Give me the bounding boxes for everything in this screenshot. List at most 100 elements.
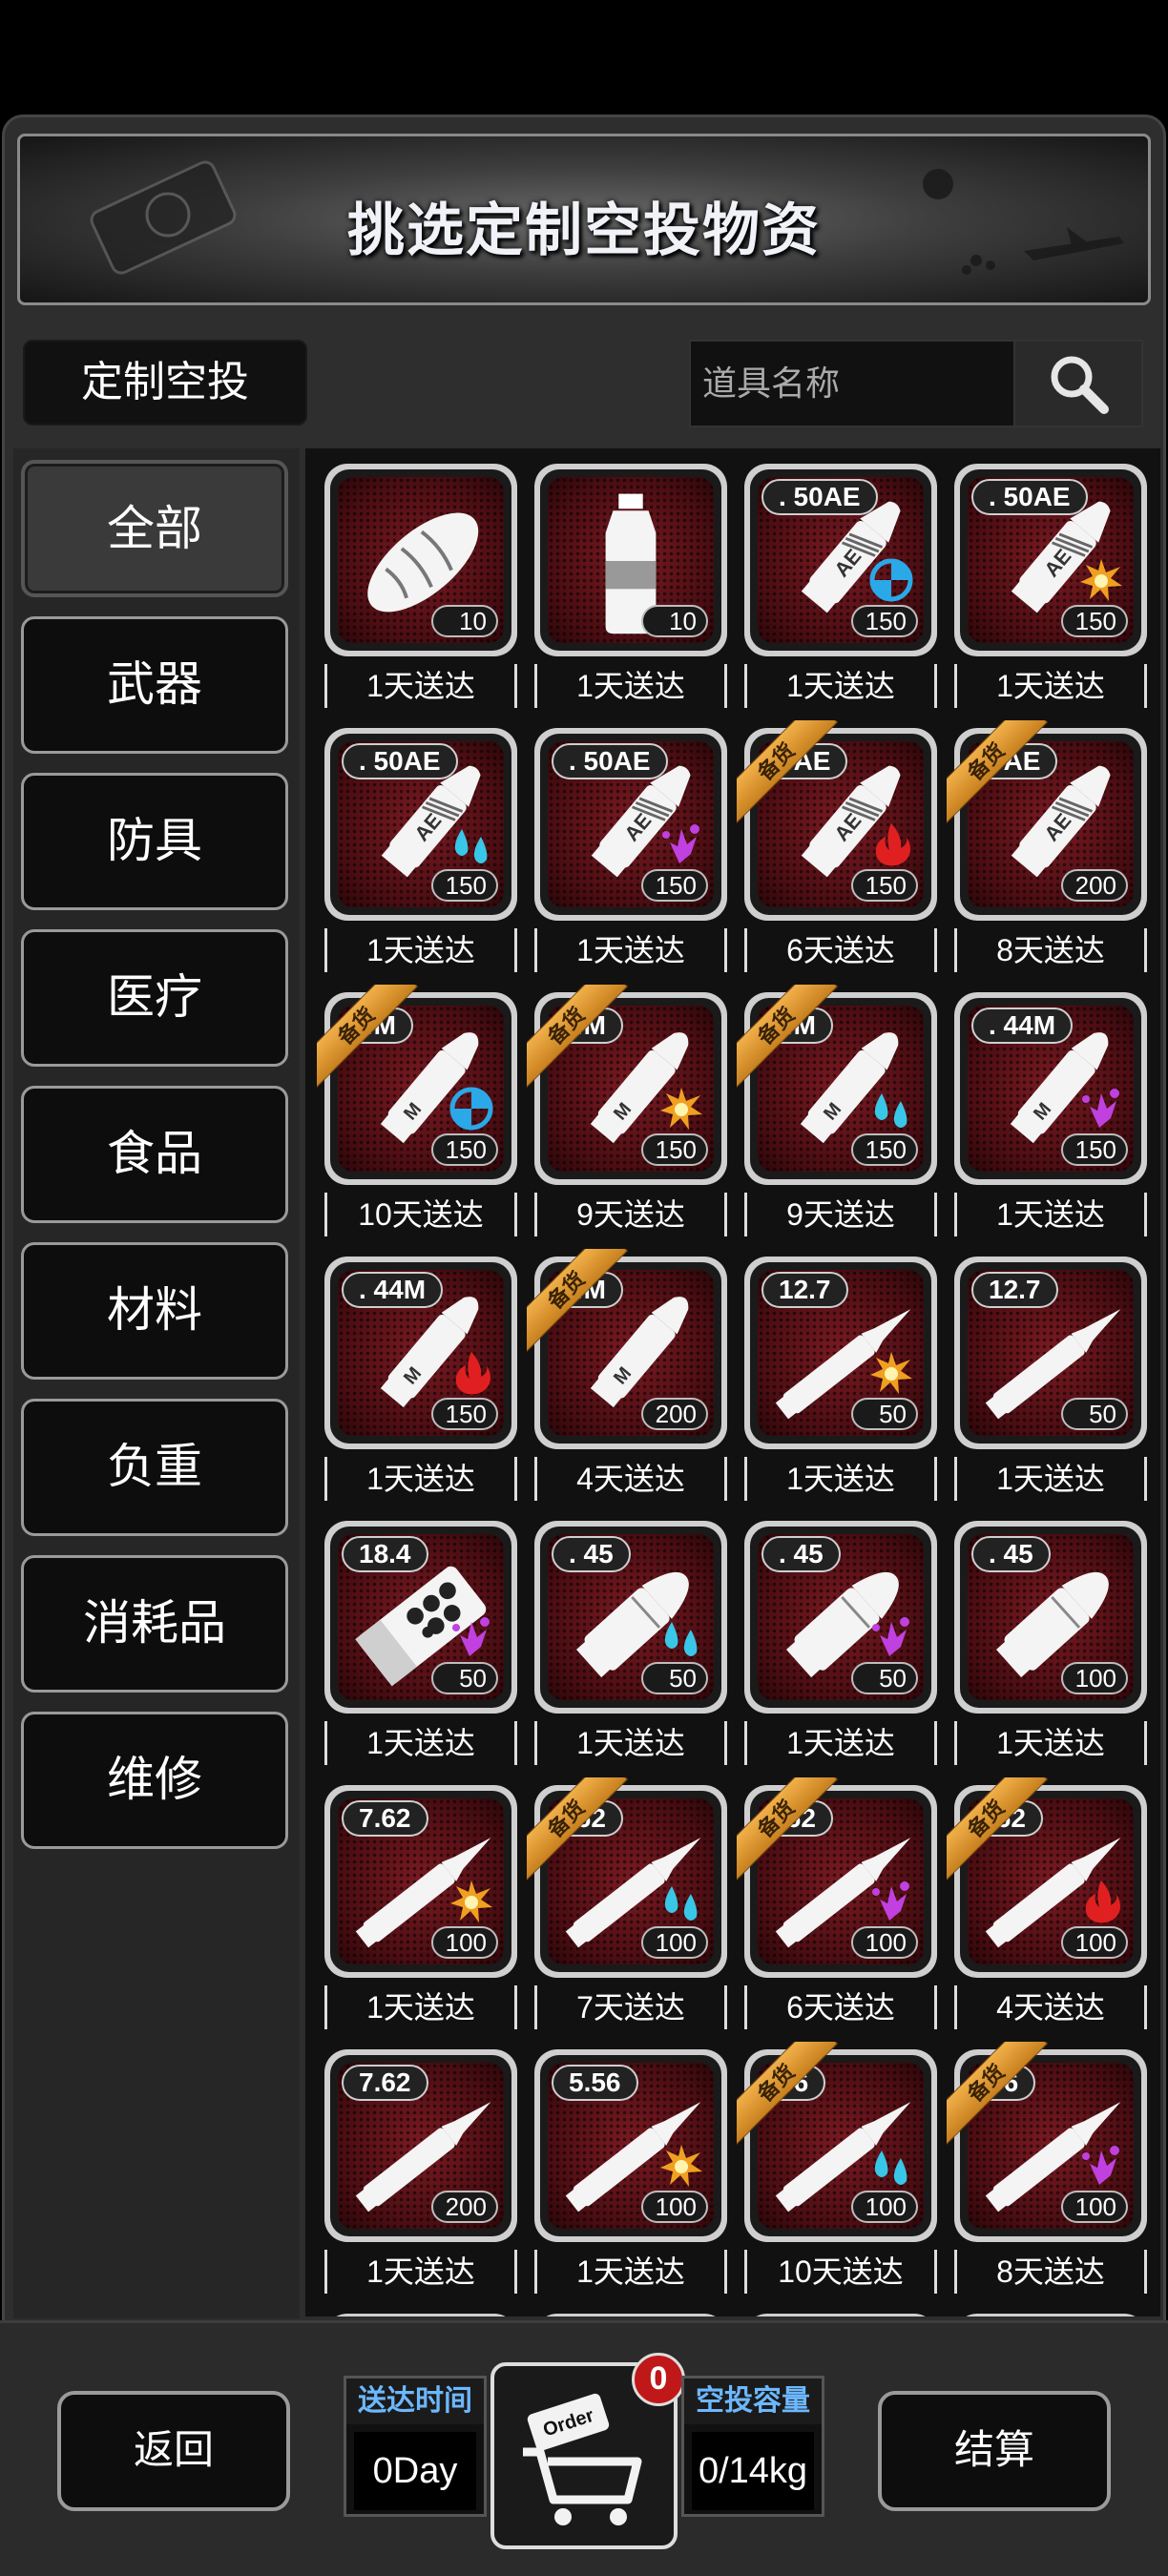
- delivery-time-label: 1天送达: [324, 1457, 517, 1501]
- delivery-time-label: 8天送达: [954, 2250, 1147, 2294]
- category-item[interactable]: 消耗品: [21, 1555, 288, 1693]
- item-tile-partial[interactable]: [534, 2314, 727, 2316]
- capacity-value: 0/14kg: [692, 2432, 814, 2510]
- item-tile[interactable]: .62100备货: [947, 1777, 1147, 1978]
- item-tile-partial[interactable]: [324, 2314, 517, 2316]
- item-tile[interactable]: 7.62 100: [324, 1785, 517, 1978]
- delivery-time-label: 1天送达: [534, 1721, 727, 1765]
- caliber-label: 7.62: [342, 2065, 428, 2101]
- item-tile[interactable]: M. 44M 150: [324, 1257, 517, 1449]
- item-tile[interactable]: 56100备货: [947, 2042, 1147, 2242]
- quantity-badge: 100: [1061, 1662, 1128, 1694]
- item-tile[interactable]: 56100备货: [737, 2042, 937, 2242]
- item-tile[interactable]: M4M150备货: [737, 985, 937, 1185]
- tab-custom-airdrop[interactable]: 定制空投: [23, 340, 307, 426]
- back-button[interactable]: 返回: [57, 2391, 290, 2511]
- delivery-time-label: 10天送达: [324, 1193, 517, 1236]
- category-item[interactable]: 维修: [21, 1712, 288, 1849]
- toxic-icon: [872, 1881, 909, 1921]
- explosive-icon: [660, 2145, 702, 2187]
- category-item[interactable]: 食品: [21, 1086, 288, 1223]
- stock-ribbon: 备货: [947, 720, 1052, 825]
- stock-tag-label: 备货: [737, 2042, 839, 2146]
- caliber-label: 12.7: [971, 1272, 1058, 1308]
- item-tile[interactable]: M4M200备货: [527, 1249, 727, 1449]
- item-tile[interactable]: 5.56 100: [534, 2049, 727, 2242]
- search-input[interactable]: [691, 342, 1015, 426]
- caliber-label: 12.7: [761, 1272, 848, 1308]
- quantity-badge: 50: [851, 1398, 918, 1430]
- stock-ribbon: 备货: [737, 1777, 842, 1882]
- stock-ribbon: 备货: [947, 1777, 1052, 1882]
- delivery-time-label: 1天送达: [324, 2250, 517, 2294]
- quantity-badge: 10: [641, 605, 708, 637]
- item-tile[interactable]: .62100备货: [737, 1777, 937, 1978]
- item-tile[interactable]: AE 0AE 150 备货: [737, 720, 937, 921]
- stock-tag-label: 备货: [527, 1249, 629, 1353]
- quantity-badge: 150: [1061, 1133, 1128, 1166]
- fire-icon: [455, 1352, 490, 1395]
- water-icon: [874, 2150, 907, 2185]
- item-tile[interactable]: . 45 50: [534, 1521, 727, 1714]
- category-item[interactable]: 材料: [21, 1242, 288, 1380]
- item-tile[interactable]: AE. 50AE 150: [534, 728, 727, 921]
- quantity-badge: 100: [641, 2191, 708, 2223]
- stock-tag-label: 备货: [737, 720, 839, 824]
- toxic-icon: [662, 824, 699, 863]
- quantity-badge: 150: [431, 1398, 498, 1430]
- explosive-icon: [450, 1880, 492, 1922]
- quantity-badge: 50: [1061, 1398, 1128, 1430]
- item-tile-partial[interactable]: [744, 2314, 937, 2316]
- quantity-badge: 100: [641, 1926, 708, 1959]
- item-tile[interactable]: AE. 50AE 150: [744, 464, 937, 656]
- delivery-time-label: 1天送达: [744, 664, 937, 708]
- delivery-time-label: 1天送达: [954, 1721, 1147, 1765]
- category-item[interactable]: 负重: [21, 1399, 288, 1536]
- stock-tag-label: 备货: [527, 1777, 629, 1881]
- stock-ribbon: 备货: [527, 985, 632, 1090]
- quantity-badge: 150: [851, 869, 918, 902]
- category-item[interactable]: 全部: [21, 460, 288, 597]
- item-tile[interactable]: . 45 50: [744, 1521, 937, 1714]
- item-tile[interactable]: 10: [324, 464, 517, 656]
- quantity-badge: 150: [1061, 605, 1128, 637]
- category-item[interactable]: 医疗: [21, 929, 288, 1067]
- item-tile[interactable]: 7.62 200: [324, 2049, 517, 2242]
- cart-count-badge: 0: [632, 2353, 685, 2406]
- category-item[interactable]: 防具: [21, 773, 288, 910]
- item-tile[interactable]: .62100备货: [527, 1777, 727, 1978]
- category-item[interactable]: 武器: [21, 616, 288, 754]
- category-sidebar: 全部武器防具医疗食品材料负重消耗品维修: [13, 448, 300, 2318]
- stock-tag-label: 备货: [527, 985, 629, 1089]
- delivery-time-label: 4天送达: [954, 1985, 1147, 2029]
- item-tile[interactable]: 10: [534, 464, 727, 656]
- item-tile[interactable]: 12.7 50: [954, 1257, 1147, 1449]
- fire-icon: [875, 823, 910, 866]
- toxic-icon: [872, 1617, 909, 1656]
- checkout-button[interactable]: 结算: [878, 2391, 1111, 2511]
- explosive-icon: [660, 1088, 702, 1130]
- delivery-time-label: 6天送达: [744, 1985, 937, 2029]
- armor-pierce-icon: [869, 558, 913, 602]
- stock-ribbon: 备货: [527, 1777, 632, 1882]
- water-icon: [664, 1622, 698, 1656]
- delivery-time-label: 9天送达: [534, 1193, 727, 1236]
- item-tile[interactable]: AE. 50AE 150: [324, 728, 517, 921]
- item-tile[interactable]: 12.7 50: [744, 1257, 937, 1449]
- item-tile-partial[interactable]: [954, 2314, 1147, 2316]
- search-button[interactable]: [1013, 342, 1141, 426]
- item-tile[interactable]: 18.4 50: [324, 1521, 517, 1714]
- delivery-time-label: 4天送达: [534, 1457, 727, 1501]
- quantity-badge: 10: [431, 605, 498, 637]
- delivery-time-label: 9天送达: [744, 1193, 937, 1236]
- item-tile[interactable]: AE. 50AE 150: [954, 464, 1147, 656]
- caliber-label: . 45: [761, 1536, 841, 1572]
- item-tile[interactable]: M4M150备货: [317, 985, 517, 1185]
- delivery-time-label: 1天送达: [324, 1985, 517, 2029]
- item-tile[interactable]: M. 44M 150: [954, 992, 1147, 1185]
- explosive-icon: [870, 1352, 912, 1394]
- item-tile[interactable]: . 45 100: [954, 1521, 1147, 1714]
- item-tile[interactable]: M4M150备货: [527, 985, 727, 1185]
- item-tile[interactable]: AE 0AE 200 备货: [947, 720, 1147, 921]
- delivery-time-label: 1天送达: [744, 1721, 937, 1765]
